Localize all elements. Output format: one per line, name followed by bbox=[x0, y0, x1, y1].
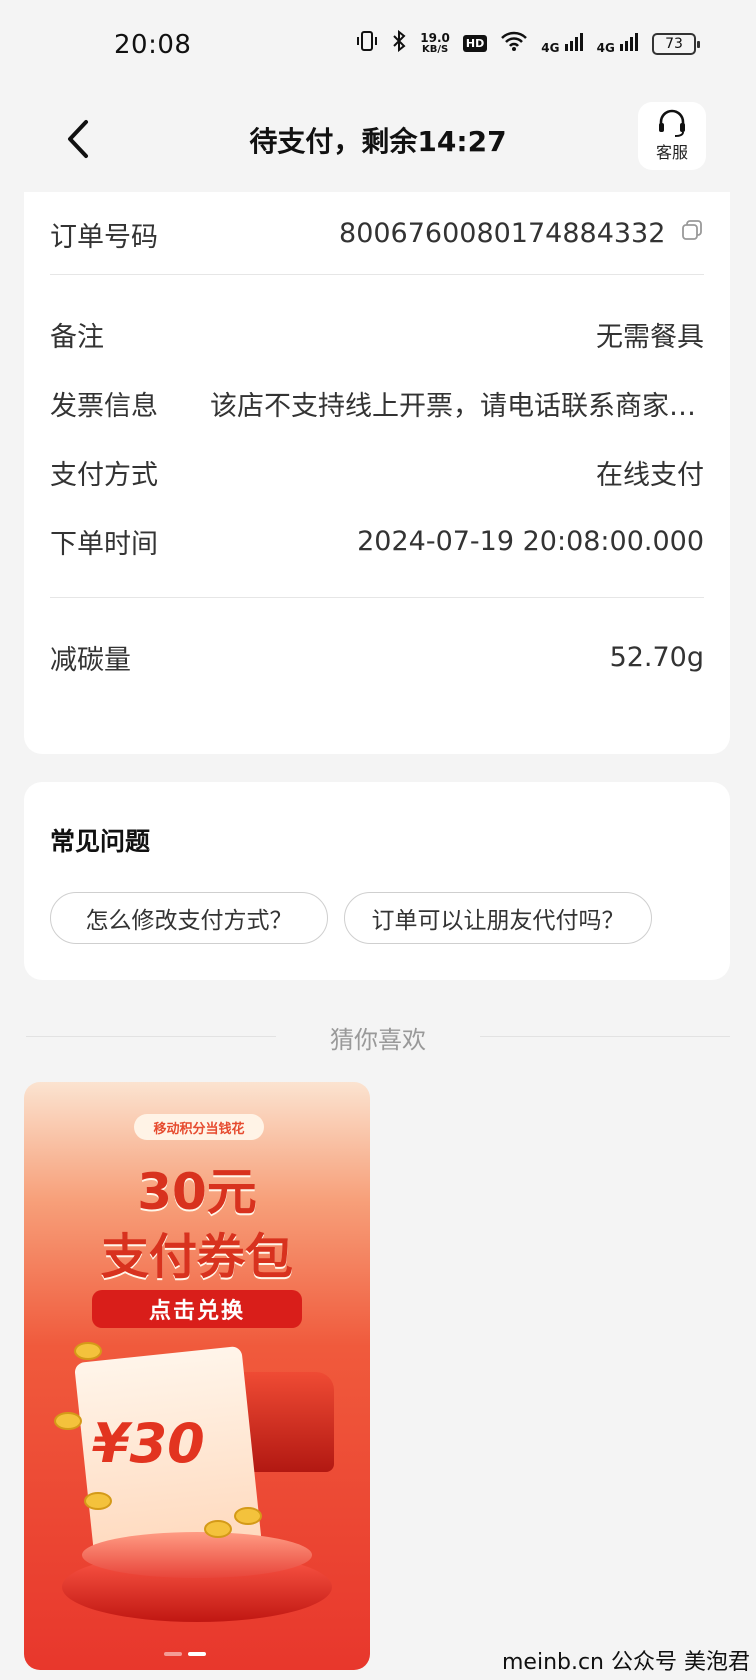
signal-icon-2: 4G bbox=[597, 32, 639, 55]
battery-icon: 73 bbox=[652, 32, 700, 55]
header: 待支付，剩余14:27 客服 bbox=[0, 92, 756, 192]
carousel-dot-active bbox=[188, 1652, 206, 1656]
faq-chip-change-payment[interactable]: 怎么修改支付方式？ bbox=[50, 892, 328, 944]
watermark: meinb.cn 公众号 美泡君 bbox=[501, 1650, 750, 1675]
coin-icon bbox=[54, 1412, 82, 1430]
promo-ticket-amount: ¥30 bbox=[92, 1412, 205, 1475]
invoice-label: 发票信息 bbox=[50, 390, 158, 422]
order-number-value: 8006760080174884332 bbox=[339, 218, 666, 249]
invoice-row: 发票信息 该店不支持线上开票，请电话联系商家开票 bbox=[50, 383, 704, 423]
faq-chip-friend-pay[interactable]: 订单可以让朋友代付吗？ bbox=[344, 892, 652, 944]
headset-icon bbox=[659, 109, 685, 137]
bluetooth-icon bbox=[391, 29, 407, 57]
carousel-dot bbox=[164, 1652, 182, 1656]
invoice-value: 该店不支持线上开票，请电话联系商家开票 bbox=[210, 390, 704, 422]
hd-voice-icon: HD bbox=[462, 35, 488, 52]
promo-banner[interactable]: 移动积分当钱花 30元 支付券包 点击兑换 ¥30 bbox=[24, 1082, 370, 1670]
promo-amount: 30元 bbox=[137, 1163, 257, 1221]
promo-title: 支付券包 bbox=[100, 1229, 293, 1285]
carbon-label: 减碳量 bbox=[50, 644, 131, 676]
coin-icon bbox=[84, 1492, 112, 1510]
recommend-title: 猜你喜欢 bbox=[330, 1026, 426, 1054]
faq-title: 常见问题 bbox=[50, 827, 151, 856]
order-info-card: 订单号码 8006760080174884332 备注 无需餐具 发票信息 该店… bbox=[24, 192, 730, 754]
faq-card: 常见问题 怎么修改支付方式？ 订单可以让朋友代付吗？ bbox=[24, 782, 730, 980]
order-time-value: 2024-07-19 20:08:00.000 bbox=[357, 525, 704, 557]
coin-icon bbox=[74, 1342, 102, 1360]
podium-top-icon bbox=[82, 1532, 312, 1578]
carbon-value: 52.70g bbox=[609, 641, 704, 673]
wifi-icon bbox=[500, 30, 528, 57]
order-number-value-wrap: 8006760080174884332 bbox=[339, 218, 704, 250]
status-bar: 20:08 19.0 KB/S HD 4G 4G 73 bbox=[0, 0, 756, 92]
coin-icon bbox=[204, 1520, 232, 1538]
coin-icon bbox=[234, 1507, 262, 1525]
network-speed: 19.0 KB/S bbox=[420, 30, 450, 55]
carousel-indicator bbox=[164, 1652, 206, 1656]
promo-redeem-button[interactable]: 点击兑换 bbox=[92, 1290, 302, 1328]
divider bbox=[480, 1036, 730, 1037]
divider bbox=[50, 274, 704, 275]
remark-label: 备注 bbox=[50, 321, 104, 353]
order-time-row: 下单时间 2024-07-19 20:08:00.000 bbox=[50, 521, 704, 561]
remark-row: 备注 无需餐具 bbox=[50, 314, 704, 354]
carbon-row: 减碳量 52.70g bbox=[50, 637, 704, 677]
customer-service-label: 客服 bbox=[655, 143, 688, 162]
order-time-label: 下单时间 bbox=[50, 528, 158, 560]
payment-method-value: 在线支付 bbox=[596, 459, 704, 491]
signal-icon-1: 4G bbox=[541, 32, 583, 55]
payment-method-label: 支付方式 bbox=[50, 459, 158, 491]
order-number-label: 订单号码 bbox=[50, 221, 158, 253]
payment-method-row: 支付方式 在线支付 bbox=[50, 452, 704, 492]
divider bbox=[50, 597, 704, 598]
promo-tag: 移动积分当钱花 bbox=[134, 1114, 264, 1140]
customer-service-button[interactable]: 客服 bbox=[638, 102, 706, 170]
status-icons: 19.0 KB/S HD 4G 4G 73 bbox=[356, 29, 700, 57]
remark-value: 无需餐具 bbox=[596, 321, 704, 353]
status-time: 20:08 bbox=[114, 30, 192, 60]
copy-icon[interactable] bbox=[680, 219, 704, 250]
vibrate-icon bbox=[356, 30, 378, 57]
order-number-row: 订单号码 8006760080174884332 bbox=[50, 214, 704, 254]
